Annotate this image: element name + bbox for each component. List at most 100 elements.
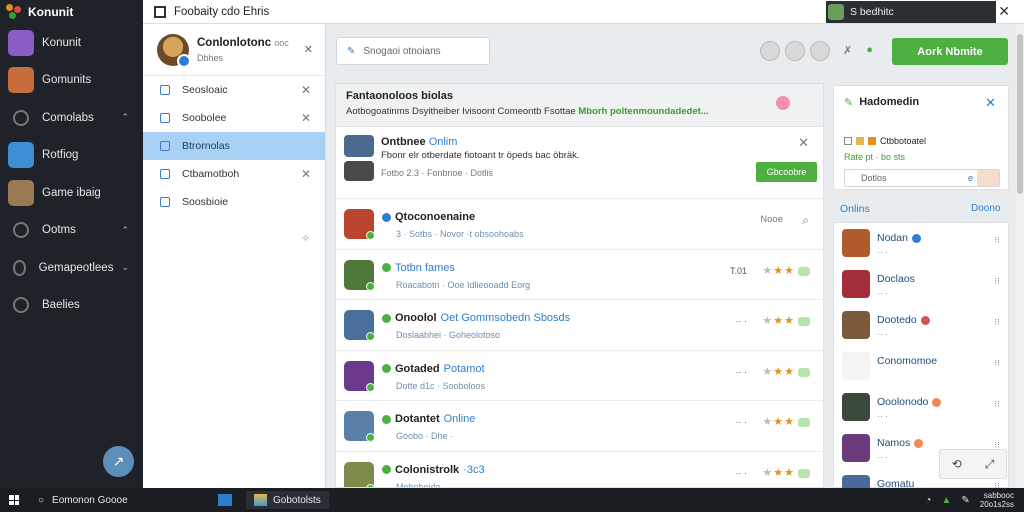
online-item[interactable]: Conomomoe ⁝⁝ bbox=[834, 346, 1008, 387]
user-chip[interactable]: S bedhitc bbox=[826, 1, 996, 23]
row-subtitle: Dotte d1c · Sooboloos bbox=[396, 380, 486, 391]
nav-item[interactable]: Seosloaic ✕ bbox=[143, 76, 325, 104]
left-rail: Konunit Konunit Gomunits Comolabs ⌃ Rotfiog G… bbox=[0, 0, 143, 488]
feed-row[interactable]: Dotantet Online Goobo · Dhe · ·· · ★★★ bbox=[336, 401, 823, 452]
checkbox-icon[interactable] bbox=[844, 137, 852, 145]
online-action[interactable]: Doono bbox=[971, 203, 1000, 214]
post-action-button[interactable]: Gbcoobre bbox=[756, 162, 817, 182]
app-brand[interactable]: Konunit bbox=[0, 0, 143, 24]
post-meta: Fotbo 2.3 · Fonbnoe · Dotlis bbox=[381, 168, 494, 178]
close-icon[interactable]: ✕ bbox=[985, 95, 996, 111]
friend-status: ·· · bbox=[877, 288, 888, 298]
row-accent: ·3c3 bbox=[463, 463, 485, 476]
online-item[interactable]: Doclaos ·· · ⁝⁝ bbox=[834, 264, 1008, 305]
clock-time: sabbooc bbox=[983, 491, 1014, 500]
online-item[interactable]: Dootedo ·· · ⁝⁝ bbox=[834, 305, 1008, 346]
notice-input[interactable]: Dotlos e bbox=[844, 169, 1000, 187]
status-pill[interactable] bbox=[798, 266, 810, 276]
more-icon[interactable]: ⁝⁝ bbox=[994, 317, 1000, 328]
friend-name: Dootedo bbox=[877, 314, 930, 326]
start-button[interactable] bbox=[0, 495, 28, 505]
more-icon[interactable]: ⁝⁝ bbox=[994, 358, 1000, 369]
scrollbar-thumb[interactable] bbox=[1017, 34, 1023, 194]
post-card: Ontbnee Onlim Fbonr elr otberdate fiotoa… bbox=[336, 127, 823, 199]
clock[interactable]: sabbooc 20o1s2ss bbox=[980, 491, 1014, 509]
nav-item[interactable]: Btrornolas bbox=[143, 132, 325, 160]
status-pill[interactable] bbox=[798, 367, 810, 377]
rail-item[interactable]: Comolabs ⌃ bbox=[0, 99, 143, 137]
rail-item[interactable]: Konunit bbox=[0, 24, 143, 62]
nav-item[interactable]: Soobolee ✕ bbox=[143, 104, 325, 132]
close-icon[interactable]: ✕ bbox=[301, 167, 311, 181]
row-subtitle: Roacabotn · Ooe Idlieooadd Eorg bbox=[396, 279, 531, 290]
close-icon[interactable]: ✕ bbox=[301, 83, 311, 97]
close-window-icon[interactable]: ✕ bbox=[998, 3, 1010, 20]
rail-item[interactable]: Baelies bbox=[0, 287, 143, 325]
feed-row[interactable]: Onoolol Oet Gommsobedn Sbosds Doslaabhei ·… bbox=[336, 300, 823, 351]
nav-item-label: Btrornolas bbox=[182, 140, 230, 152]
profile-sub: Dbhes bbox=[197, 52, 224, 63]
friend-name-text: Conomomoe bbox=[877, 355, 938, 367]
compose-fab[interactable]: ↗ bbox=[103, 446, 134, 477]
profile-card[interactable]: Conlonlotonc ooc Dbhes ✕ bbox=[143, 24, 325, 76]
status-icon[interactable]: ● bbox=[866, 44, 873, 57]
taskbar-search[interactable]: ○ Eomonon Goooe bbox=[28, 495, 188, 506]
rail-item[interactable]: Gomunits bbox=[0, 62, 143, 100]
avatar[interactable] bbox=[810, 41, 830, 61]
nav-item[interactable]: Soosbioie bbox=[143, 188, 325, 216]
more-icon[interactable]: ⁝⁝ bbox=[994, 399, 1000, 410]
search-field[interactable]: ✎ Snogaoi otnoians bbox=[336, 37, 490, 65]
row-title: Onoolol Oet Gommsobedn Sbosds bbox=[382, 312, 570, 324]
avatar[interactable] bbox=[760, 41, 780, 61]
window-title: Foobaity cdo Ehris bbox=[174, 5, 270, 18]
rail-item[interactable]: Ootms ⌃ bbox=[0, 212, 143, 250]
rail-item-label: Comolabs bbox=[42, 111, 94, 124]
tray-icon[interactable]: ◔ bbox=[925, 495, 931, 506]
rail-item[interactable]: Gemapeotlees ⌄ bbox=[0, 249, 143, 287]
row-meta: T.01 bbox=[729, 265, 747, 276]
status-pill[interactable] bbox=[798, 418, 810, 428]
status-pill[interactable] bbox=[798, 468, 810, 478]
feed-row[interactable]: Gotaded Potamot Dotte d1c · Sooboloos ·· · ★… bbox=[336, 351, 823, 402]
nav-item[interactable]: Ctbamotboh ✕ bbox=[143, 160, 325, 188]
feed-row[interactable]: Totbn fames Roacabotn · Ooe Idlieooadd Eo… bbox=[336, 250, 823, 301]
scrollbar[interactable] bbox=[1016, 24, 1024, 488]
window-icon bbox=[154, 5, 166, 18]
friend-name: Ooolonodo bbox=[877, 396, 942, 408]
sender-avatar[interactable] bbox=[977, 170, 999, 186]
tray-icon[interactable]: ✎ bbox=[961, 495, 969, 506]
feed-row[interactable]: Qtoconoenaine 3 · Sotbs · Novor ·t obsooh… bbox=[336, 199, 823, 250]
rail-item-label: Ootms bbox=[42, 224, 76, 237]
tool-icon[interactable]: ✗ bbox=[843, 44, 852, 57]
more-icon[interactable]: ⁝⁝ bbox=[994, 235, 1000, 246]
friend-name: Doclaos bbox=[877, 273, 915, 285]
online-badge-icon bbox=[366, 231, 375, 240]
status-icon bbox=[932, 397, 942, 407]
expand-icon[interactable]: ⤢ bbox=[985, 457, 995, 472]
taskbar-app-icon[interactable] bbox=[218, 494, 232, 506]
search-icon[interactable]: ⌕ bbox=[802, 213, 809, 228]
notification-dot-icon[interactable] bbox=[776, 96, 790, 110]
row-title: Qtoconoenaine bbox=[382, 211, 475, 223]
banner-highlight[interactable]: Mborh poltenmoundadedet... bbox=[578, 106, 708, 117]
floating-tools: ⟲ ⤢ bbox=[939, 449, 1007, 479]
tray-icon[interactable]: ▲ bbox=[941, 495, 951, 506]
primary-action-button[interactable]: Aork Nbmite bbox=[892, 38, 1008, 65]
taskbar-search-text: Eomonon Goooe bbox=[52, 494, 128, 506]
taskbar-app[interactable]: Gobotolsts bbox=[246, 491, 329, 509]
close-icon[interactable]: ✕ bbox=[304, 43, 313, 56]
rail-item[interactable]: Game ibaig bbox=[0, 174, 143, 212]
nav-item-label: Soosbioie bbox=[182, 196, 229, 208]
row-accent: Totbn fames bbox=[395, 261, 455, 274]
more-icon[interactable]: ⁝⁝ bbox=[994, 276, 1000, 287]
online-item[interactable]: Ooolonodo ·· · ⁝⁝ bbox=[834, 387, 1008, 428]
feed-row[interactable]: Colonistrolk ·3c3 Moboboide · ·· · ★★★ bbox=[336, 452, 823, 487]
sync-icon[interactable]: ⟲ bbox=[952, 457, 962, 471]
dismiss-icon[interactable]: ✕ bbox=[798, 135, 809, 151]
status-pill[interactable] bbox=[798, 317, 810, 327]
friend-name-text: Dootedo bbox=[877, 314, 917, 326]
online-item[interactable]: Nodan ·· · ⁝⁝ bbox=[834, 223, 1008, 264]
avatar[interactable] bbox=[785, 41, 805, 61]
rail-item[interactable]: Rotfiog bbox=[0, 137, 143, 175]
close-icon[interactable]: ✕ bbox=[301, 111, 311, 125]
